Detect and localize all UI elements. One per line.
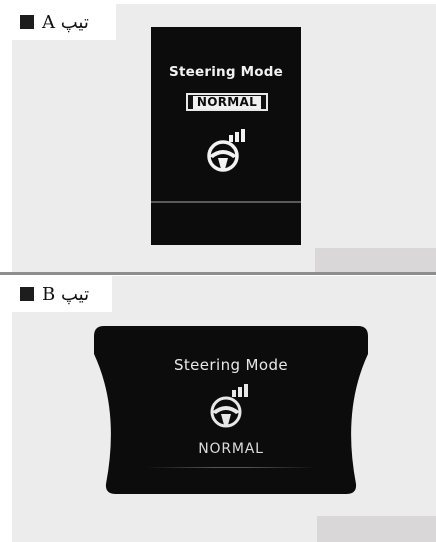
steering-mode-value: NORMAL [192, 95, 262, 109]
type-b-label-text: تیپ B [42, 283, 90, 305]
type-a-label-text: تیپ A [42, 11, 89, 33]
type-a-cluster-display: Steering Mode NORMAL [151, 27, 301, 245]
steering-wheel-icon [207, 129, 245, 172]
steering-wheel-icon [210, 384, 248, 428]
steering-mode-title: Steering Mode [169, 64, 283, 80]
display-divider-line [151, 201, 301, 203]
steering-mode-title: Steering Mode [173, 356, 289, 374]
type-a-panel: تیپ A Steering Mode NORMAL [12, 4, 436, 272]
corner-shade [317, 516, 436, 542]
corner-shade [315, 248, 436, 272]
type-a-label: تیپ A [12, 4, 116, 40]
section-divider [0, 272, 436, 275]
steering-mode-value: NORMAL [198, 441, 264, 457]
steering-mode-value-box: NORMAL [186, 93, 268, 111]
display-divider-line [146, 467, 316, 468]
type-b-panel: تیپ B Steering Mode NORMAL [12, 276, 436, 542]
type-b-cluster-display: Steering Mode NORMAL [94, 326, 368, 498]
square-bullet-icon [20, 287, 34, 301]
type-b-label: تیپ B [12, 276, 112, 312]
square-bullet-icon [20, 15, 34, 29]
